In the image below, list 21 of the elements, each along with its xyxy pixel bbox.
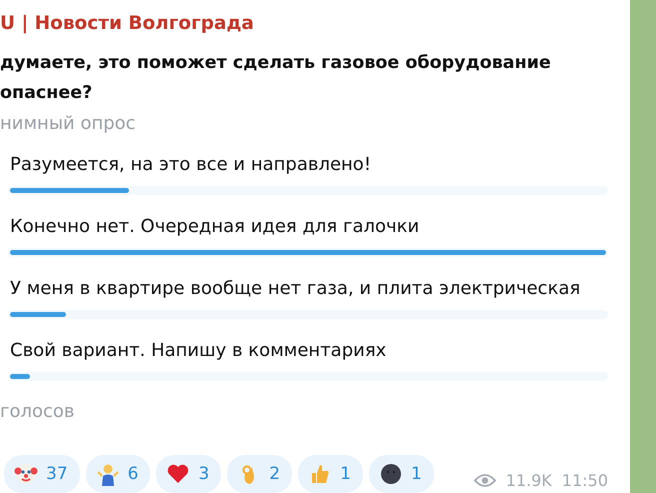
moon-face-icon (378, 462, 403, 486)
channel-name[interactable]: U | Новости Волгограда (0, 12, 608, 36)
poll-option[interactable]: У меня в квартире вообще нет газа, и плита электрическая (10, 278, 608, 300)
poll-question: думаете, это поможет сделать газовое оборудование опаснее? (0, 52, 552, 105)
clown-icon (14, 462, 38, 486)
heart-icon (166, 462, 190, 486)
person-icon (96, 462, 120, 486)
poll-option[interactable]: Конечно нет. Очередная идея для галочки (10, 216, 608, 238)
message-time: 11:50 (562, 470, 608, 490)
poll-option[interactable]: Свой вариант. Напишу в комментариях (10, 340, 608, 362)
reaction-button[interactable]: 37 (4, 455, 80, 493)
view-count: 11.9K (506, 470, 552, 490)
vote-count: голосов (0, 401, 76, 423)
poll-type: нимный опрос (0, 114, 137, 134)
eye-icon (474, 472, 496, 488)
reaction-button[interactable]: 1 (298, 455, 363, 493)
reaction-button[interactable]: 6 (86, 455, 150, 493)
reaction-button[interactable]: 3 (156, 455, 222, 493)
reaction-button[interactable]: 2 (227, 455, 292, 493)
poll-option[interactable]: Разумеется, на это все и направлено! (10, 154, 608, 176)
reaction-button[interactable]: 1 (368, 455, 434, 493)
